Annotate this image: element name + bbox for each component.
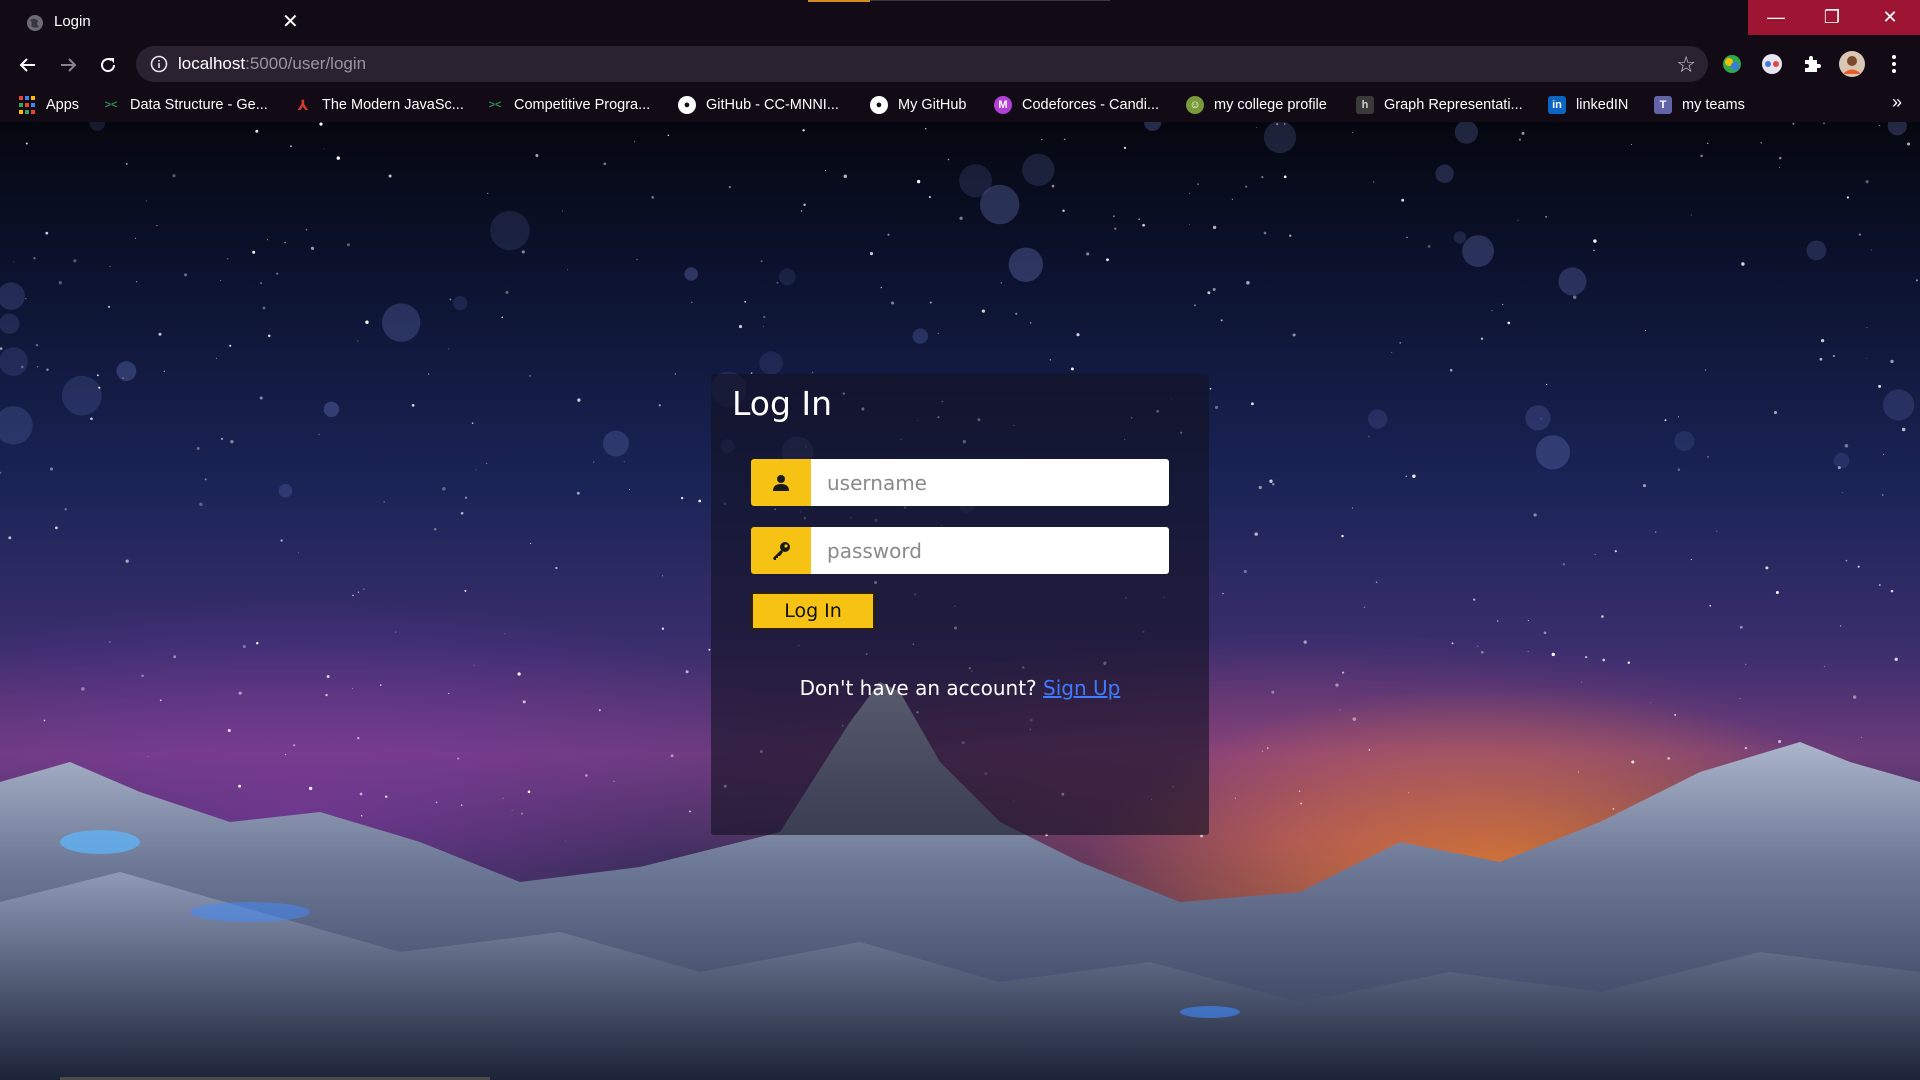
bookmark-codeforces[interactable]: M Codeforces - Candi... [994,94,1159,116]
username-input[interactable] [811,459,1169,506]
browser-toolbar: localhost:5000/user/login ☆ [0,41,1920,87]
bookmark-graph-representation[interactable]: h Graph Representati... [1356,94,1523,116]
college-icon: ☺ [1186,96,1204,114]
signup-link[interactable]: Sign Up [1043,676,1120,700]
bookmark-label: Data Structure - Ge... [130,97,268,113]
window-minimize-button[interactable]: — [1748,0,1804,35]
address-bar[interactable]: localhost:5000/user/login ☆ [136,46,1708,82]
bookmark-label: linkedIN [1576,97,1629,113]
bookmark-linkedin[interactable]: in linkedIN [1548,94,1628,116]
username-field [751,459,1169,506]
browser-menu-icon[interactable] [1882,52,1906,76]
bookmark-label: Codeforces - Candi... [1022,97,1160,113]
login-card: Log In Log In Don't have an [711,374,1209,835]
bookmark-my-github[interactable]: ● My GitHub [870,94,967,116]
extension-glasses-icon[interactable] [1760,52,1784,76]
bookmark-label: The Modern JavaSc... [322,97,464,113]
bookmarks-overflow-icon[interactable]: » [1892,92,1902,113]
window-close-button[interactable]: ✕ [1860,0,1920,35]
reload-button[interactable] [94,51,122,79]
profile-avatar[interactable] [1838,50,1866,78]
window-restore-button[interactable]: ❐ [1804,0,1860,35]
geeksforgeeks-icon: >< [104,99,118,111]
address-url[interactable]: localhost:5000/user/login [178,54,366,74]
reload-icon [101,58,116,73]
password-field [751,527,1169,574]
tab-close-icon[interactable]: ✕ [282,9,299,34]
bookmark-college-profile[interactable]: ☺ my college profile [1186,94,1327,116]
bookmark-label: My GitHub [898,97,967,113]
github-icon: ● [678,96,696,114]
back-button[interactable] [14,51,42,79]
globe-icon [27,15,43,31]
info-icon[interactable] [150,55,168,73]
signup-prompt-text: Don't have an account? [799,676,1037,700]
bookmark-label: my college profile [1214,97,1327,113]
bookmark-label: GitHub - CC-MNNI... [706,97,839,113]
tab-loading-indicator [808,0,870,2]
bookmark-label: Competitive Progra... [514,97,651,113]
bookmarks-bar: Apps >< Data Structure - Ge... ⅄ The Mod… [0,87,1920,122]
tab-divider [870,0,1110,1]
browser-tab-strip: Login ✕ — ❐ ✕ [0,0,1920,41]
page-viewport: Log In Log In Don't have an [0,122,1920,1080]
bookmark-data-structure[interactable]: >< Data Structure - Ge... [102,94,268,116]
bookmark-github-cc-mnnit[interactable]: ● GitHub - CC-MNNI... [678,94,839,116]
bookmark-my-teams[interactable]: T my teams [1654,94,1745,116]
signup-prompt: Don't have an account? Sign Up [711,676,1209,700]
linkedin-icon: in [1548,96,1566,114]
forward-button[interactable] [54,51,82,79]
hackerrank-icon: h [1356,96,1374,114]
bookmark-label: Graph Representati... [1384,97,1523,113]
geeksforgeeks-icon: >< [488,99,502,111]
bookmark-label: my teams [1682,97,1745,113]
arrow-right-icon [61,58,77,72]
browser-tab[interactable]: Login ✕ [14,6,304,41]
bookmark-star-icon[interactable]: ☆ [1676,52,1696,78]
arrow-left-icon [19,58,35,72]
key-icon [751,527,811,574]
bookmark-apps[interactable]: Apps [18,94,79,116]
apps-grid-icon [18,96,36,114]
teams-icon: T [1654,96,1672,114]
user-icon [751,459,811,506]
password-input[interactable] [811,527,1169,574]
github-icon: ● [870,96,888,114]
codeforces-icon: M [994,96,1012,114]
extension-colorful-icon[interactable] [1720,52,1744,76]
bookmark-label: Apps [46,97,80,113]
bookmark-competitive-programming[interactable]: >< Competitive Progra... [486,94,651,116]
extensions-puzzle-icon[interactable] [1800,52,1824,76]
bookmark-modern-javascript[interactable]: ⅄ The Modern JavaSc... [294,94,464,116]
login-button[interactable]: Log In [751,592,875,630]
javascript-info-icon: ⅄ [297,96,309,113]
login-title: Log In [732,384,833,423]
tab-title: Login [54,13,91,30]
